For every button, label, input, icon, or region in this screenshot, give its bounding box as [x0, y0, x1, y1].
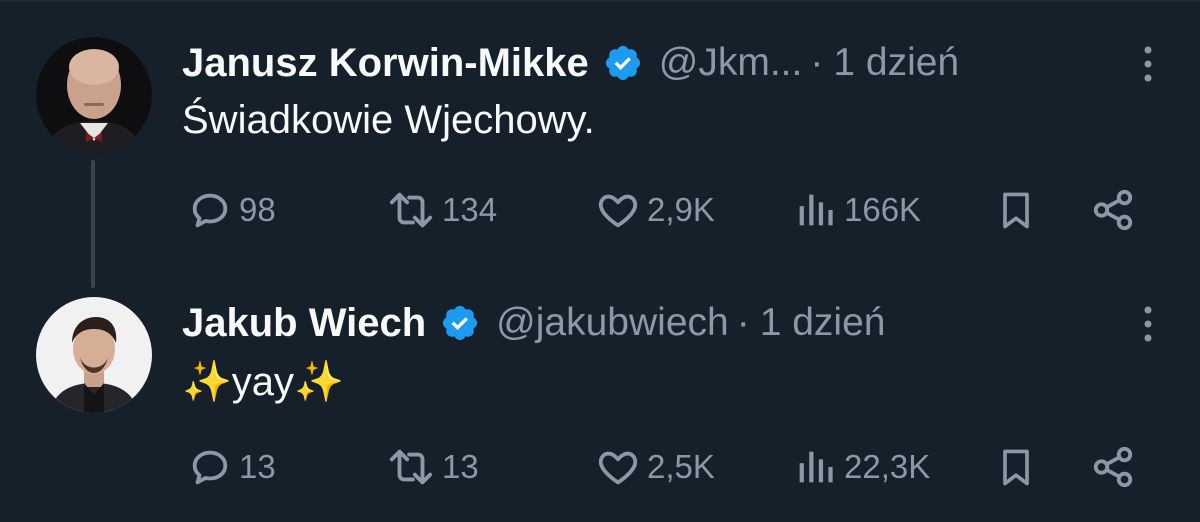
- reply-button[interactable]: 13: [187, 440, 276, 494]
- tweet-text: Świadkowie Wjechowy.: [182, 98, 595, 142]
- views-count: 166K: [844, 191, 922, 228]
- reply-count: 98: [239, 191, 276, 228]
- retweet-count: 134: [442, 191, 498, 228]
- timestamp[interactable]: 1 dzień: [833, 41, 959, 85]
- share-button[interactable]: [1090, 440, 1136, 494]
- author-name[interactable]: Janusz Korwin-Mikke: [182, 41, 589, 86]
- bookmark-button[interactable]: [994, 183, 1038, 237]
- verified-badge-icon: [605, 45, 640, 81]
- retweet-icon: [389, 192, 433, 228]
- bookmark-button[interactable]: [994, 440, 1038, 494]
- avatar[interactable]: [36, 37, 152, 153]
- bookmark-icon: [1003, 449, 1029, 486]
- reply-icon: [192, 450, 228, 485]
- retweet-count: 13: [442, 448, 479, 485]
- views-button[interactable]: 22,3K: [792, 440, 930, 494]
- tweet-text: ✨yay✨: [182, 360, 344, 404]
- separator-dot: ·: [810, 41, 824, 84]
- avatar-photo: [36, 37, 152, 153]
- tweet[interactable]: Janusz Korwin-Mikke @Jkm... · 1 dzień Św…: [0, 0, 1200, 260]
- avatar-photo: [36, 297, 152, 413]
- timestamp[interactable]: 1 dzień: [760, 301, 886, 345]
- more-icon[interactable]: [1142, 304, 1154, 344]
- retweet-icon: [389, 449, 433, 485]
- views-icon: [799, 194, 833, 226]
- heart-icon: [598, 451, 638, 485]
- retweet-button[interactable]: 134: [386, 183, 497, 237]
- heart-icon: [598, 194, 638, 228]
- share-button[interactable]: [1090, 183, 1136, 237]
- separator-dot: ·: [736, 301, 750, 344]
- like-count: 2,5K: [647, 448, 715, 485]
- more-icon[interactable]: [1142, 44, 1154, 84]
- views-button[interactable]: 166K: [792, 183, 921, 237]
- tweet-actions: 13 13 2,5K 22,3K: [0, 440, 1200, 494]
- author-name[interactable]: Jakub Wiech: [182, 301, 426, 346]
- like-button[interactable]: 2,9K: [595, 183, 715, 237]
- tweet-actions: 98 134 2,9K 166K: [0, 183, 1200, 237]
- share-icon: [1093, 189, 1133, 231]
- views-icon: [799, 451, 833, 483]
- share-icon: [1093, 446, 1133, 488]
- author-handle[interactable]: @Jkm...: [659, 41, 803, 85]
- verified-badge-icon: [443, 305, 478, 341]
- tweet[interactable]: Jakub Wiech @jakubwiech · 1 dzień ✨yay✨ …: [0, 260, 1200, 522]
- like-button[interactable]: 2,5K: [595, 440, 715, 494]
- tweet-header: Janusz Korwin-Mikke @Jkm... · 1 dzień: [182, 38, 1160, 88]
- reply-button[interactable]: 98: [187, 183, 276, 237]
- avatar[interactable]: [36, 297, 152, 413]
- author-handle[interactable]: @jakubwiech: [496, 301, 729, 345]
- views-count: 22,3K: [844, 448, 931, 485]
- bookmark-icon: [1003, 192, 1029, 229]
- reply-icon: [192, 193, 228, 228]
- retweet-button[interactable]: 13: [386, 440, 479, 494]
- like-count: 2,9K: [647, 191, 715, 228]
- tweet-header: Jakub Wiech @jakubwiech · 1 dzień: [182, 298, 1160, 348]
- reply-count: 13: [239, 448, 276, 485]
